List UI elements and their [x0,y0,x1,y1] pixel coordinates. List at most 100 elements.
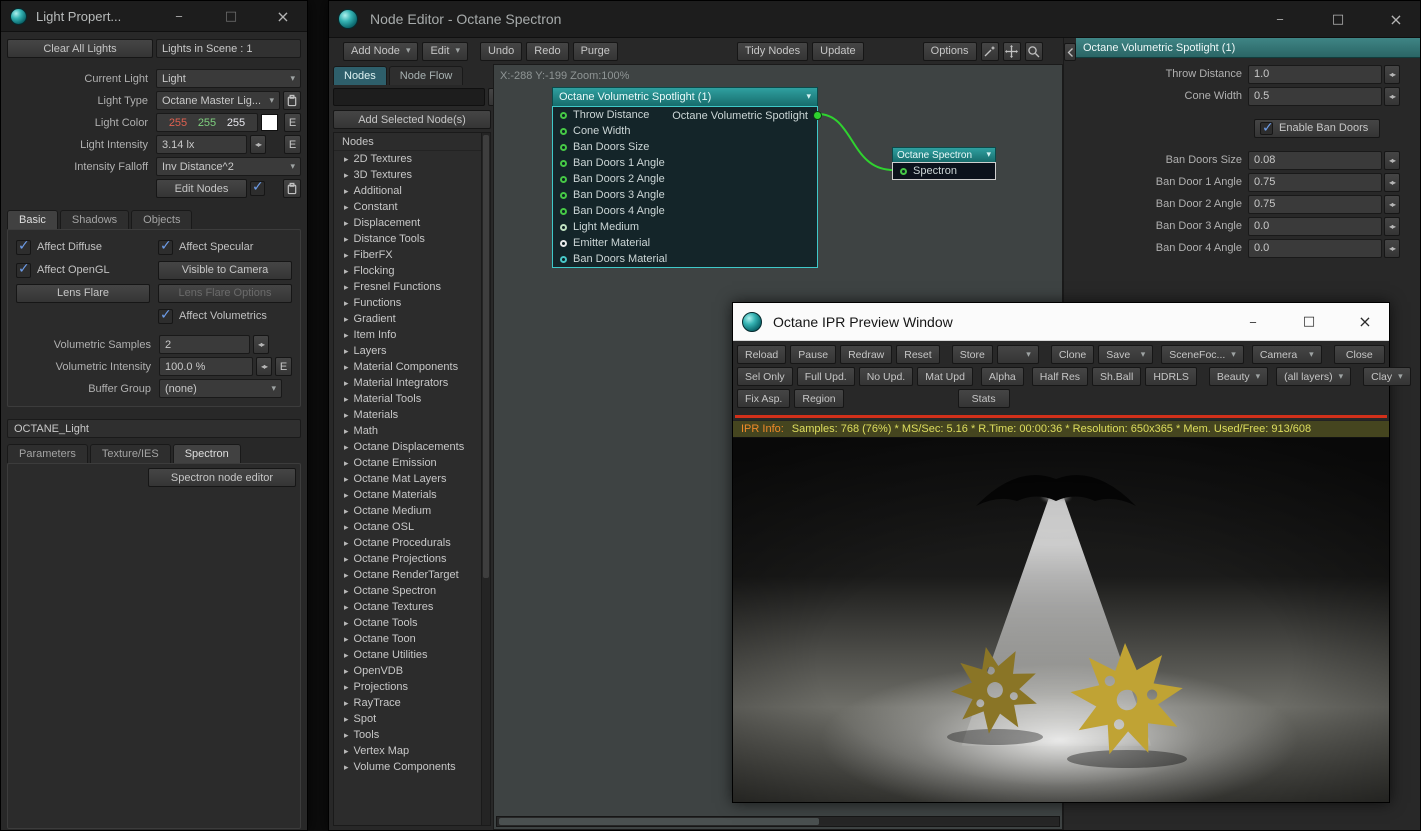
expand-wedge-icon[interactable] [344,329,349,341]
expand-wedge-icon[interactable] [344,409,349,421]
expand-wedge-icon[interactable] [344,345,349,357]
node-category-item[interactable]: Displacement [334,215,490,231]
output-pin[interactable] [813,111,822,120]
layers-dropdown[interactable]: (all layers) [1276,367,1352,386]
node-input-row[interactable]: Emitter Material [553,235,817,251]
node-input-row[interactable]: Ban Doors Material [553,251,817,267]
node-category-item[interactable]: Functions [334,295,490,311]
node-list-scrollbar[interactable] [481,133,490,825]
affect-diffuse-checkbox[interactable] [16,238,31,255]
node-category-item[interactable]: Distance Tools [334,231,490,247]
store-button[interactable]: Store [951,345,993,364]
affect-specular-checkbox[interactable] [158,238,173,255]
property-value-field[interactable]: 1.0 [1248,64,1382,84]
input-pin[interactable] [560,191,567,199]
light-intensity-stepper[interactable] [250,135,266,154]
property-value-field[interactable]: 0.08 [1248,150,1382,170]
node-category-item[interactable]: Projections [334,679,490,695]
expand-wedge-icon[interactable] [344,249,349,261]
tab-parameters[interactable]: Parameters [7,444,88,463]
node-category-item[interactable]: FiberFX [334,247,490,263]
expand-wedge-icon[interactable] [344,425,349,437]
volumetric-intensity-field[interactable]: 100.0 % [159,357,253,376]
light-properties-titlebar[interactable]: Light Propert... [1,1,307,32]
node-category-item[interactable]: Fresnel Functions [334,279,490,295]
property-stepper[interactable] [1384,216,1400,236]
pick-tool-button[interactable] [980,41,999,61]
node-category-item[interactable]: Octane Emission [334,455,490,471]
property-stepper[interactable] [1384,194,1400,214]
node-search-input[interactable] [333,88,485,106]
node-category-item[interactable]: Volume Components [334,759,490,775]
tidy-nodes-button[interactable]: Tidy Nodes [736,41,809,61]
tab-basic[interactable]: Basic [7,210,58,229]
node-header[interactable]: Octane Spectron [892,147,996,162]
input-pin[interactable] [560,143,567,151]
purge-button[interactable]: Purge [572,41,618,61]
save-dropdown[interactable]: Save [1098,345,1154,364]
node-input-row[interactable]: Ban Doors 2 Angle [553,171,817,187]
node-category-item[interactable]: OpenVDB [334,663,490,679]
node-category-item[interactable]: Material Components [334,359,490,375]
light-type-clipboard-button[interactable] [283,91,301,110]
expand-wedge-icon[interactable] [344,265,349,277]
node-category-item[interactable]: Spot [334,711,490,727]
node-category-item[interactable]: Octane Procedurals [334,535,490,551]
clay-mode-dropdown[interactable]: Clay [1363,367,1411,386]
close-ipr-button[interactable]: Close [1333,345,1385,364]
node-category-item[interactable]: Constant [334,199,490,215]
expand-wedge-icon[interactable] [344,297,349,309]
edit-nodes-clipboard-button[interactable] [283,179,301,198]
node-category-item[interactable]: Materials [334,407,490,423]
expand-wedge-icon[interactable] [344,201,349,213]
node-category-item[interactable]: Octane Spectron [334,583,490,599]
redo-button[interactable]: Redo [526,41,569,61]
input-pin[interactable] [560,207,567,215]
camera-dropdown[interactable]: Camera [1251,345,1322,364]
input-pin[interactable] [900,167,907,175]
alpha-button[interactable]: Alpha [980,367,1024,386]
node-input-row[interactable]: Ban Doors 4 Angle [553,203,817,219]
expand-wedge-icon[interactable] [344,233,349,245]
minimize-icon[interactable] [1245,315,1261,329]
property-value-field[interactable]: 0.0 [1248,216,1382,236]
enable-ban-doors-toggle[interactable]: Enable Ban Doors [1254,118,1380,138]
node-category-item[interactable]: Item Info [334,327,490,343]
hdrls-button[interactable]: HDRLS [1145,367,1197,386]
close-icon[interactable] [1388,10,1404,29]
minimize-icon[interactable] [171,9,187,23]
node-category-item[interactable]: Math [334,423,490,439]
light-color-rgb-field[interactable]: 255 255 255 [156,113,258,132]
node-category-item[interactable]: RayTrace [334,695,490,711]
expand-wedge-icon[interactable] [344,585,349,597]
input-pin[interactable] [560,223,567,231]
expand-wedge-icon[interactable] [344,169,349,181]
node-editor-titlebar[interactable]: Node Editor - Octane Spectron [329,1,1420,38]
canvas-horizontal-scrollbar[interactable] [496,816,1060,827]
node-input-row[interactable]: Ban Doors 3 Angle [553,187,817,203]
full-update-button[interactable]: Full Upd. [796,367,855,386]
edit-nodes-button[interactable]: Edit Nodes [156,179,247,198]
node-category-item[interactable]: Octane Materials [334,487,490,503]
scrollbar-thumb[interactable] [483,135,489,578]
tab-objects[interactable]: Objects [131,210,193,229]
intensity-falloff-dropdown[interactable]: Inv Distance^2 [156,157,301,176]
redraw-button[interactable]: Redraw [840,345,893,364]
visible-to-camera-button[interactable]: Visible to Camera [158,260,292,280]
region-button[interactable]: Region [794,389,844,408]
render-viewport[interactable] [733,438,1389,802]
reset-button[interactable]: Reset [896,345,940,364]
expand-wedge-icon[interactable] [344,521,349,533]
clear-all-lights-button[interactable]: Clear All Lights [7,39,153,58]
input-pin[interactable] [560,159,567,167]
enable-ban-doors-checkbox[interactable] [1260,120,1274,136]
expand-wedge-icon[interactable] [344,713,349,725]
property-value-field[interactable]: 0.5 [1248,86,1382,106]
tab-spectron[interactable]: Spectron [172,444,241,463]
node-input-row[interactable]: Ban Doors Size [553,139,817,155]
half-res-button[interactable]: Half Res [1031,367,1089,386]
property-value-field[interactable]: 0.0 [1248,238,1382,258]
volumetric-intensity-envelope-button[interactable]: E [275,357,292,376]
add-selected-nodes-button[interactable]: Add Selected Node(s) [333,110,491,129]
node-category-item[interactable]: Octane Textures [334,599,490,615]
